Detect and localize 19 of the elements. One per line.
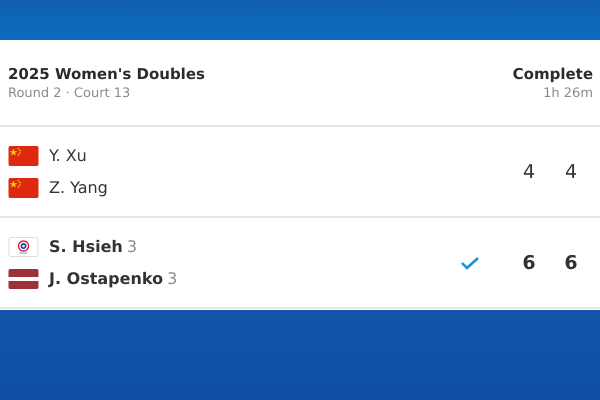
set-score: 4	[522, 160, 536, 182]
match-duration: 1h 26m	[543, 86, 593, 100]
flag-icon	[8, 236, 39, 256]
match-round: Round 2 · Court 13	[8, 86, 132, 100]
player-name: Y. Xu	[49, 146, 87, 165]
player-seed: 3	[126, 237, 137, 256]
flag-icon	[8, 146, 39, 166]
set-score: 6	[521, 252, 537, 274]
flag-icon	[8, 178, 39, 198]
match-title: 2025 Women's Doubles	[8, 64, 205, 82]
match-status: Complete	[512, 64, 593, 82]
player-name: S. Hsieh	[49, 237, 123, 256]
player-name: J. Ostapenko	[49, 269, 164, 288]
set-score: 6	[563, 252, 579, 274]
set-score: 4	[564, 160, 578, 182]
check-icon	[460, 254, 480, 270]
player-seed: 3	[167, 269, 178, 288]
flag-icon	[8, 268, 39, 288]
player-name: Z. Yang	[49, 178, 108, 197]
